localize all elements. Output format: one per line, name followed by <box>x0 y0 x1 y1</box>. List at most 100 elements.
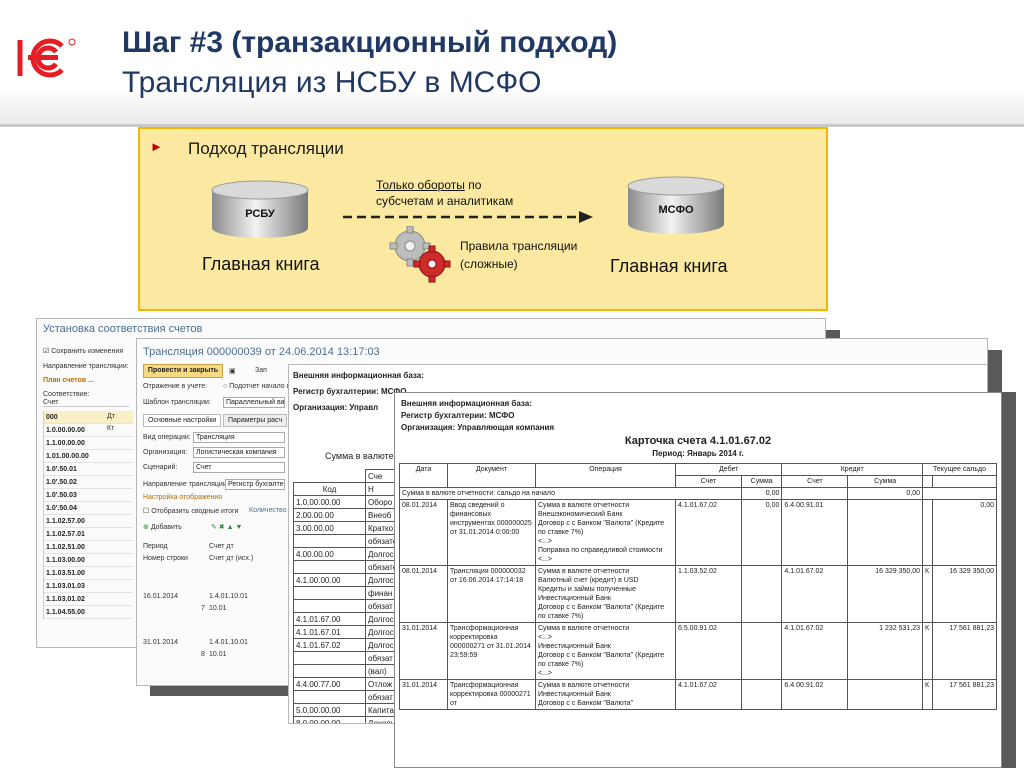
save-changes-checkbox[interactable]: ☑ Сохранить изменения <box>43 347 123 355</box>
account-row[interactable]: 1.1.03.01.02 <box>44 593 133 606</box>
opening-balance-row: Сумма в валюте отчетности: сальдо на нач… <box>399 487 997 500</box>
card-kt-account: 6.4.00.91.02 <box>781 679 849 710</box>
card-dt-amount <box>740 679 783 710</box>
slide-subtitle: Трансляция из НСБУ в МСФО <box>122 66 542 99</box>
col-credit-account: Счет <box>781 475 849 488</box>
card-kt-amount <box>847 679 923 710</box>
account-card-window[interactable]: Внешняя информационная база: Регистр бух… <box>394 392 1002 768</box>
row-period: 16.01.2014 <box>143 593 179 600</box>
account-row[interactable]: 1.1.03.51.00 <box>44 567 133 580</box>
quantity-label: Количество <box>249 507 287 514</box>
bullet-text: Подход трансляции <box>188 139 344 158</box>
account-row[interactable]: 1.0'.50.04 <box>44 502 133 515</box>
ext-base-label: Внешняя информационная база: <box>401 399 532 408</box>
col-period: Период <box>143 543 168 550</box>
account-row[interactable]: 1.1.02.57.01 <box>44 528 133 541</box>
col-operation: Операция <box>535 463 676 488</box>
col-debit-account: Счет <box>675 475 742 488</box>
direction-field[interactable]: Регистр бухгалтер... <box>225 479 285 490</box>
col-credit: Кредит <box>781 463 923 476</box>
ledger-code: 4.1.01.67.00 <box>293 612 366 626</box>
card-row: 08.01.2014 Ввод сведений о финансовых инс… <box>399 499 997 566</box>
card-document: Трансформационная корректировка 00000271… <box>447 679 536 710</box>
slide: Шаг #3 (транзакционный подход) Трансляци… <box>0 0 1024 768</box>
card-operation: Сумма в валюте отчетности Инвестиционный… <box>535 679 676 710</box>
reflect-radio[interactable]: ○ Подотчет начало г <box>223 383 289 390</box>
post-and-close-button[interactable]: Провести и закрыть <box>143 364 223 378</box>
card-date: 31.01.2014 <box>399 679 448 710</box>
card-row: 31.01.2014 Трансформационная корректировк… <box>399 679 997 710</box>
slide-header <box>0 0 1024 126</box>
ledger-code: 3.00.00.00 <box>293 521 366 535</box>
card-row: 31.01.2014 Трансформационная корректировк… <box>399 622 997 680</box>
accounts-grid[interactable]: 000 1.0.00.00.00 1.1.00.00.00 1.01.00.00.00… <box>43 411 133 619</box>
card-balance-sign: К <box>922 565 933 623</box>
col-kt: Кт <box>107 425 115 432</box>
account-row[interactable]: 1.1.04.55.00 <box>44 606 133 619</box>
account-row[interactable]: 1.1.02.51.00 <box>44 541 133 554</box>
card-title: Карточка счета 4.1.01.67.02 <box>624 435 772 447</box>
card-dt-account: 4.1.01.67.02 <box>675 679 742 710</box>
correspondence-label: Соответствие: <box>43 391 90 398</box>
col-balance: Текущее сальдо <box>922 463 997 476</box>
account-row[interactable]: 1.0'.50.01 <box>44 463 133 476</box>
col-debit-amount: Сумма <box>740 475 783 488</box>
tab-main-settings[interactable]: Основные настройки <box>143 414 222 427</box>
save-icon[interactable]: ▣ <box>229 367 236 375</box>
display-settings-link[interactable]: Настройка отображения <box>143 494 222 501</box>
col-row-number: Номер строки <box>143 555 188 562</box>
account-row[interactable]: 1.0'.50.03 <box>44 489 133 502</box>
register-label: Регистр бухгалтерии: МСФО <box>401 411 515 420</box>
ledger-code: 4.1.01.67.01 <box>293 625 366 639</box>
window-title: Трансляция 000000039 от 24.06.2014 13:17… <box>143 346 380 358</box>
ledger-code: 2.00.00.00 <box>293 508 366 522</box>
ledger-code <box>293 664 366 678</box>
account-row[interactable]: 000 <box>44 411 133 424</box>
account-row[interactable]: 1.1.00.00.00 <box>44 437 133 450</box>
show-summary-checkbox[interactable]: ☐ Отобразить сводные итоги <box>143 507 238 515</box>
col-dt: Дт <box>107 413 115 420</box>
scenario-field[interactable]: Счет <box>193 462 285 473</box>
card-date: 31.01.2014 <box>399 622 448 680</box>
account-row[interactable]: 1.1.02.57.00 <box>44 515 133 528</box>
ledger-code <box>293 560 366 574</box>
msfo-label: МСФО <box>658 204 694 216</box>
account-row[interactable]: 1.0'.50.02 <box>44 476 133 489</box>
window-title: Установка соответствия счетов <box>43 323 203 335</box>
template-field[interactable]: Параллельный вариант <box>223 397 285 408</box>
ledger-code: 5.0.00.00.00 <box>293 703 366 717</box>
card-document: Ввод сведений о финансовых инструментах … <box>447 499 536 566</box>
add-button[interactable]: ⊕ Добавить <box>143 523 182 531</box>
left-general-ledger-label: Главная книга <box>202 254 320 274</box>
card-balance-sign: К <box>922 622 933 680</box>
card-date: 08.01.2014 <box>399 565 448 623</box>
card-balance: 17 561 881,23 <box>932 622 997 680</box>
slide-title: Шаг #3 (транзакционный подход) <box>122 26 618 59</box>
col-account-dt: Счет дт (исх.) <box>209 555 254 562</box>
record-button[interactable]: Зап <box>255 367 267 374</box>
account-row[interactable]: 1.01.00.00.00 <box>44 450 133 463</box>
card-dt-account: 6.5.00.91.02 <box>675 622 742 680</box>
ledger-code <box>293 690 366 704</box>
card-operation: Сумма в валюте отчетности <...> Инвестиц… <box>535 622 676 680</box>
row-number: 7 <box>201 605 205 612</box>
ledger-code: 4.1.01.67.02 <box>293 638 366 652</box>
col-code: Код <box>293 482 366 496</box>
card-dt-amount <box>740 565 783 623</box>
card-document: Трансформационная корректировка 00000027… <box>447 622 536 680</box>
account-row[interactable]: 1.1.03.01.03 <box>44 580 133 593</box>
org-field[interactable]: Логистическая компания <box>193 447 285 458</box>
account-row[interactable]: 1.0.00.00.00 <box>44 424 133 437</box>
row-dt: 10.01 <box>209 651 227 658</box>
tab-calc-params[interactable]: Параметры расч <box>223 414 288 427</box>
org-label: Организация: Управляющая компания <box>401 423 555 432</box>
toolbar-icons[interactable]: ✎ ✖ ▲ ▼ <box>211 523 242 531</box>
row-account: 1.4.01.10.01 <box>209 593 248 600</box>
op-type-field[interactable]: Трансляция <box>193 432 285 443</box>
card-operation: Сумма в валюте отчетности Внешэкономичес… <box>535 499 676 566</box>
card-dt-account: 4.1.01.67.02 <box>675 499 742 566</box>
ledger-code <box>293 534 366 548</box>
account-row[interactable]: 1.1.03.00.00 <box>44 554 133 567</box>
card-kt-account: 4.1.01.67.02 <box>781 622 849 680</box>
col-date: Дата <box>399 463 448 488</box>
